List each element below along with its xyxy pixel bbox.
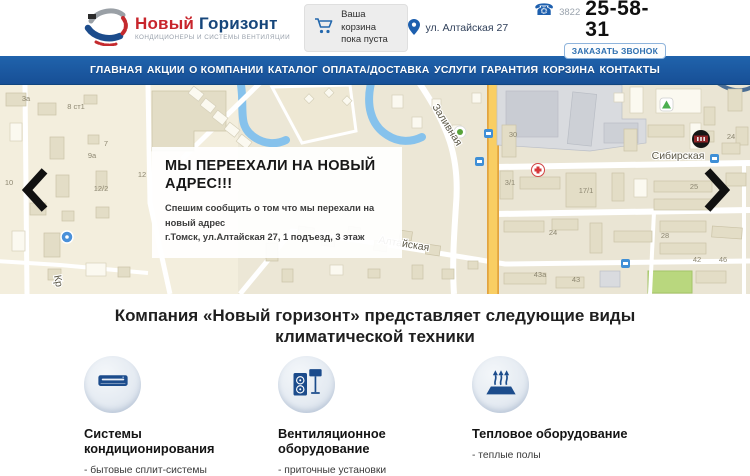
- svg-text:28: 28: [661, 231, 669, 240]
- nav-item-kontakty[interactable]: КОНТАКТЫ: [600, 64, 660, 76]
- svg-text:Сибирская: Сибирская: [652, 150, 705, 162]
- logo-icon: [84, 6, 128, 51]
- category-item[interactable]: - теплые полы: [472, 450, 652, 461]
- bus-stop-icon: [475, 157, 484, 166]
- nav-item-akcii[interactable]: АКЦИИ: [147, 64, 185, 76]
- nav-item-garantiya[interactable]: ГАРАНТИЯ: [481, 64, 538, 76]
- category-title[interactable]: Вентиляционное оборудование: [278, 426, 458, 456]
- slider-next-button[interactable]: [704, 167, 730, 213]
- pharmacy-icon: [532, 164, 545, 177]
- phone-block: ☎ 3822 25-58-31 ЗАКАЗАТЬ ЗВОНОК: [534, 0, 666, 59]
- slide-text: Спешим сообщить о том что мы перехали на…: [165, 201, 389, 244]
- slider-prev-button[interactable]: [22, 167, 48, 213]
- category-title[interactable]: Тепловое оборудование: [472, 426, 652, 441]
- phone-number: 25-58-31: [585, 0, 666, 40]
- logo-word-red: Новый: [135, 14, 194, 33]
- svg-text:43а: 43а: [534, 270, 547, 279]
- location-pin-icon: [408, 19, 420, 38]
- category-item[interactable]: - приточные установки: [278, 465, 458, 476]
- info-icon: [61, 231, 73, 243]
- slide-title: МЫ ПЕРЕЕХАЛИ НА НОВЫЙ АДРЕС!!!: [165, 158, 389, 193]
- slide-overlay: МЫ ПЕРЕЕХАЛИ НА НОВЫЙ АДРЕС!!! Спешим со…: [152, 147, 402, 258]
- heated-floor-icon: [483, 364, 519, 405]
- callback-button[interactable]: ЗАКАЗАТЬ ЗВОНОК: [564, 43, 666, 59]
- address-text: ул. Алтайская 27: [425, 22, 508, 34]
- nav-item-o-kompanii[interactable]: О КОМПАНИИ: [189, 64, 263, 76]
- logo-text: Новый Горизонт КОНДИЦИОНЕРЫ И СИСТЕМЫ ВЕ…: [135, 15, 290, 41]
- next-arrow-icon: [704, 201, 730, 216]
- category-title[interactable]: Системы кондиционирования: [84, 426, 264, 456]
- svg-text:46: 46: [719, 255, 727, 264]
- svg-text:30: 30: [509, 130, 517, 139]
- phone-code: 3822: [559, 7, 580, 18]
- svg-text:42: 42: [693, 255, 701, 264]
- phone-icon: ☎: [534, 3, 554, 19]
- nav-item-katalog[interactable]: КАТАЛОГ: [268, 64, 318, 76]
- nav-item-korzina[interactable]: КОРЗИНА: [543, 64, 595, 76]
- category-conditioning: Системы кондиционирования - бытовые спли…: [84, 356, 278, 476]
- svg-text:43: 43: [572, 275, 580, 284]
- svg-text:7: 7: [104, 139, 108, 148]
- air-conditioner-icon: [95, 364, 131, 405]
- svg-text:25: 25: [690, 182, 698, 191]
- recycling-icon: [660, 98, 673, 111]
- svg-text:8 ст1: 8 ст1: [67, 102, 85, 111]
- category-ventilation: Вентиляционное оборудование - приточные …: [278, 356, 472, 476]
- category-icon-circle: [472, 356, 529, 413]
- category-heating: Тепловое оборудование - теплые полы: [472, 356, 666, 476]
- poi-marker-icon: [692, 130, 710, 148]
- svg-text:3а: 3а: [22, 94, 31, 103]
- svg-text:9а: 9а: [88, 151, 97, 160]
- header-address: ул. Алтайская 27: [408, 19, 508, 38]
- category-icon-circle: [84, 356, 141, 413]
- prev-arrow-icon: [22, 201, 48, 216]
- svg-text:3/1: 3/1: [505, 178, 515, 187]
- map-slider: Заливная Сибирская Алтайская Кр 3а 8 ст1…: [0, 85, 750, 294]
- logo-word-blue: Горизонт: [199, 14, 278, 33]
- svg-text:24: 24: [727, 132, 735, 141]
- svg-text:12/2: 12/2: [94, 184, 109, 193]
- section-heading: Компания «Новый горизонт» представляет с…: [103, 305, 648, 347]
- page: Новый Горизонт КОНДИЦИОНЕРЫ И СИСТЕМЫ ВЕ…: [0, 0, 750, 450]
- bus-stop-icon: [621, 259, 630, 268]
- main-nav: ГЛАВНАЯ АКЦИИ О КОМПАНИИ КАТАЛОГ ОПЛАТА/…: [0, 56, 750, 85]
- svg-text:10: 10: [5, 178, 13, 187]
- logo-title: Новый Горизонт: [135, 15, 290, 32]
- header: Новый Горизонт КОНДИЦИОНЕРЫ И СИСТЕМЫ ВЕ…: [0, 0, 750, 56]
- svg-text:24: 24: [549, 228, 557, 237]
- category-list: Системы кондиционирования - бытовые спли…: [84, 356, 666, 476]
- main-content: Компания «Новый горизонт» представляет с…: [0, 305, 750, 476]
- category-item[interactable]: - бытовые сплит-системы: [84, 465, 264, 476]
- logo-tagline: КОНДИЦИОНЕРЫ И СИСТЕМЫ ВЕНТИЛЯЦИИ: [135, 34, 290, 41]
- bus-stop-icon: [484, 129, 493, 138]
- logo[interactable]: Новый Горизонт КОНДИЦИОНЕРЫ И СИСТЕМЫ ВЕ…: [84, 6, 290, 51]
- cart-icon: [314, 17, 334, 40]
- cart-status: Ваша корзина пока пуста: [341, 9, 398, 46]
- ventilation-icon: [289, 364, 325, 405]
- svg-text:Кр: Кр: [51, 274, 65, 288]
- nav-item-uslugi[interactable]: УСЛУГИ: [434, 64, 476, 76]
- svg-text:17/1: 17/1: [579, 186, 594, 195]
- category-icon-circle: [278, 356, 335, 413]
- bus-stop-icon: [710, 154, 719, 163]
- nav-item-oplata-dostavka[interactable]: ОПЛАТА/ДОСТАВКА: [322, 64, 429, 76]
- nav-item-glavnaya[interactable]: ГЛАВНАЯ: [90, 64, 142, 76]
- cart-widget[interactable]: Ваша корзина пока пуста: [304, 4, 408, 51]
- svg-text:12: 12: [138, 170, 146, 179]
